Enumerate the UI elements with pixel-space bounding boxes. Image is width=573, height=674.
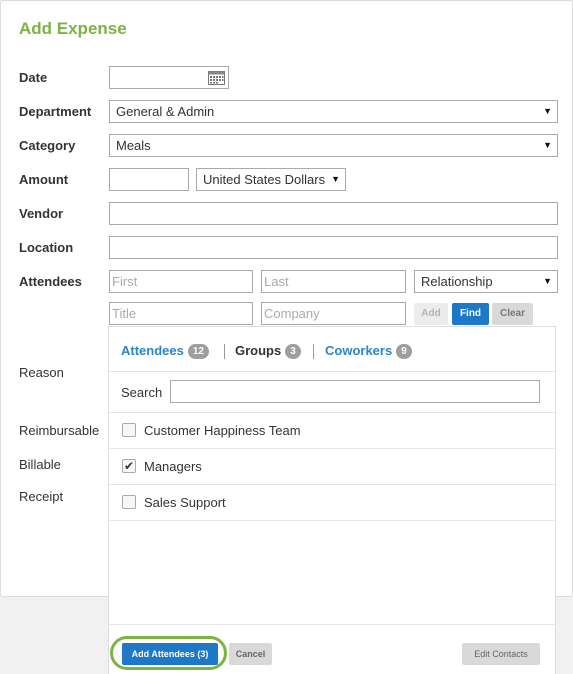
page-title: Add Expense	[19, 19, 127, 38]
checkbox[interactable]	[122, 423, 136, 437]
category-label: Category	[19, 138, 76, 153]
vendor-input[interactable]	[109, 202, 558, 225]
receipt-label: Receipt	[19, 489, 64, 504]
tab-attendees[interactable]: Attendees 12	[121, 343, 209, 359]
title-input[interactable]: Title	[109, 302, 253, 325]
location-label: Location	[19, 240, 74, 255]
coworkers-count-badge: 9	[396, 344, 412, 359]
company-placeholder: Company	[264, 306, 320, 321]
first-name-placeholder: First	[112, 274, 138, 289]
cancel-button[interactable]: Cancel	[229, 643, 272, 665]
footer-divider	[109, 624, 555, 625]
find-button[interactable]: Find	[452, 303, 489, 325]
group-name: Customer Happiness Team	[144, 423, 301, 438]
tab-groups-label: Groups	[235, 343, 282, 358]
last-name-placeholder: Last	[264, 274, 289, 289]
last-name-input[interactable]: Last	[261, 270, 406, 293]
divider	[109, 520, 555, 521]
caret-down-icon: ▼	[543, 106, 552, 116]
group-name: Managers	[144, 459, 202, 474]
reason-label: Reason	[19, 365, 64, 380]
currency-value: United States Dollars	[203, 172, 326, 187]
vendor-label: Vendor	[19, 206, 64, 221]
list-item[interactable]: Sales Support	[109, 484, 555, 521]
date-input[interactable]	[109, 66, 229, 89]
currency-select[interactable]: United States Dollars ▼	[196, 168, 346, 191]
clear-button[interactable]: Clear	[492, 303, 533, 325]
tab-groups[interactable]: Groups 3	[235, 343, 301, 359]
company-input[interactable]: Company	[261, 302, 406, 325]
checkbox-checked[interactable]: ✔	[122, 459, 136, 473]
category-select[interactable]: Meals ▼	[109, 134, 558, 157]
amount-input[interactable]	[109, 168, 189, 191]
category-value: Meals	[116, 138, 151, 153]
attendees-count-badge: 12	[187, 344, 209, 359]
caret-down-icon: ▼	[329, 169, 340, 190]
add-attendee-button[interactable]: Add	[414, 303, 448, 325]
billable-label: Billable	[19, 457, 61, 472]
relationship-value: Relationship	[421, 274, 493, 289]
groups-count-badge: 3	[285, 344, 301, 359]
location-input[interactable]	[109, 236, 558, 259]
tab-divider	[313, 344, 314, 359]
reimbursable-label: Reimbursable	[19, 423, 100, 438]
amount-label: Amount	[19, 172, 69, 187]
department-select[interactable]: General & Admin ▼	[109, 100, 558, 123]
tab-coworkers[interactable]: Coworkers 9	[325, 343, 412, 359]
calendar-icon[interactable]	[208, 70, 225, 85]
search-input[interactable]	[170, 380, 540, 403]
attendees-label: Attendees	[19, 274, 82, 289]
divider	[109, 371, 555, 372]
checkmark-icon: ✔	[123, 459, 135, 473]
title-placeholder: Title	[112, 306, 137, 321]
add-attendees-button[interactable]: Add Attendees (3)	[122, 643, 218, 665]
tab-coworkers-label: Coworkers	[325, 343, 393, 358]
department-value: General & Admin	[116, 104, 215, 119]
date-label: Date	[19, 70, 48, 85]
caret-down-icon: ▼	[543, 276, 552, 286]
search-label: Search	[121, 385, 163, 400]
tab-divider	[224, 344, 225, 359]
edit-contacts-button[interactable]: Edit Contacts	[462, 643, 540, 665]
list-item[interactable]: Customer Happiness Team	[109, 412, 555, 449]
department-label: Department	[19, 104, 92, 119]
attendee-picker-panel: Attendees 12 Groups 3 Coworkers 9 Search Cu…	[108, 326, 556, 674]
caret-down-icon: ▼	[543, 140, 552, 150]
first-name-input[interactable]: First	[109, 270, 253, 293]
list-item[interactable]: ✔ Managers	[109, 448, 555, 485]
group-name: Sales Support	[144, 495, 226, 510]
relationship-select[interactable]: Relationship ▼	[414, 270, 558, 293]
checkbox[interactable]	[122, 495, 136, 509]
tab-attendees-label: Attendees	[121, 343, 184, 358]
